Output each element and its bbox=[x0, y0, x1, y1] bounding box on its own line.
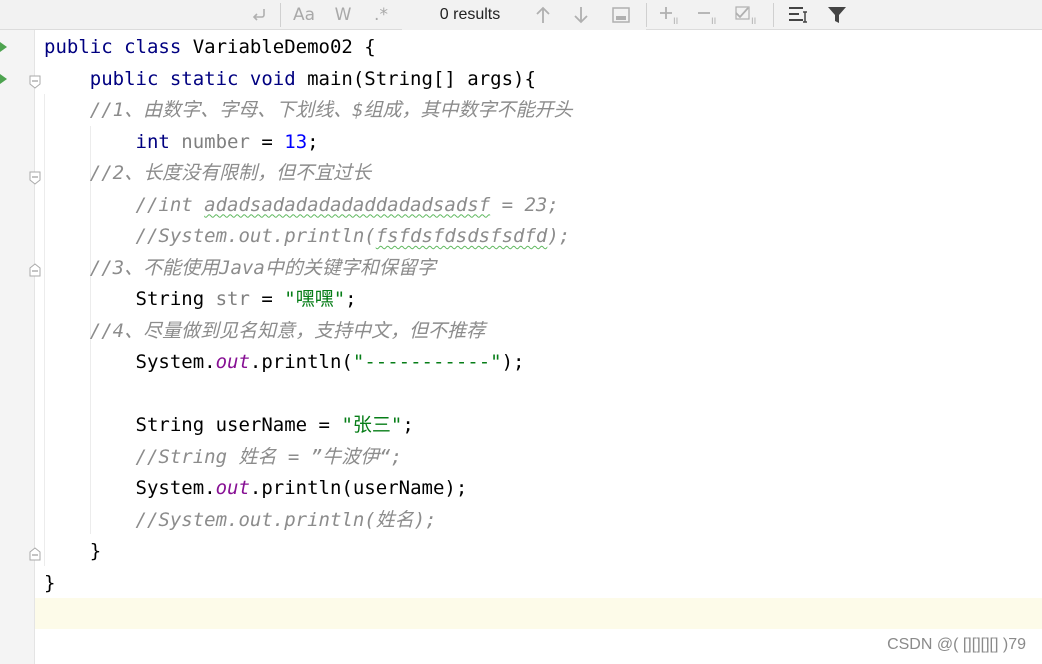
code-line[interactable]: System.out.println("-----------"); bbox=[44, 347, 525, 378]
code-token: public class bbox=[44, 36, 193, 58]
code-token: out bbox=[215, 351, 250, 373]
code-token: .println( bbox=[249, 351, 353, 373]
run-class-icon[interactable] bbox=[0, 42, 7, 52]
code-line[interactable]: public static void main(String[] args){ bbox=[44, 64, 536, 95]
fold-close-icon[interactable] bbox=[29, 546, 41, 565]
arrow-down-icon[interactable] bbox=[568, 0, 594, 30]
code-token: ); bbox=[547, 225, 571, 247]
code-token: VariableDemo02 { bbox=[192, 36, 376, 58]
code-token: int bbox=[135, 130, 182, 153]
code-line[interactable]: //int adadsadadadadaddadadsadsf = 23; bbox=[44, 190, 559, 221]
code-line[interactable]: } bbox=[44, 568, 55, 599]
code-token: "张三" bbox=[341, 414, 403, 436]
code-line[interactable]: //2、长度没有限制，但不宜过长 bbox=[44, 158, 371, 189]
toolbar-separator bbox=[773, 3, 774, 27]
code-token: //System.out.println(姓名); bbox=[135, 508, 437, 531]
code-line[interactable]: public class VariableDemo02 { bbox=[44, 32, 376, 63]
select-all-matches-icon[interactable]: II bbox=[732, 0, 764, 30]
add-selection-icon[interactable]: II bbox=[656, 0, 686, 30]
arrow-up-icon[interactable] bbox=[530, 0, 556, 30]
code-token: userName bbox=[215, 414, 308, 436]
code-token: fsfdsfdsdsfsdfd bbox=[375, 225, 548, 247]
code-token: String bbox=[44, 414, 216, 436]
code-token: 13 bbox=[284, 130, 308, 153]
code-line[interactable]: //3、不能使用Java中的关键字和保留字 bbox=[44, 253, 436, 284]
code-token: //System.out.println( bbox=[135, 225, 376, 247]
code-token: str bbox=[215, 288, 250, 310]
code-token: adadsadadadadaddadadsadsf bbox=[204, 193, 491, 216]
code-token: //1、由数字、字母、下划线、$组成，其中数字不能开头 bbox=[89, 99, 573, 121]
code-token: ; bbox=[307, 130, 319, 153]
code-token: "-----------" bbox=[352, 351, 502, 373]
code-token: number bbox=[181, 130, 250, 153]
code-line[interactable]: //4、尽量做到见名知意，支持中文，但不推荐 bbox=[44, 316, 485, 347]
code-line[interactable]: //1、由数字、字母、下划线、$组成，其中数字不能开头 bbox=[44, 95, 573, 126]
search-toolbar: Aa W .* 0 results II II II bbox=[0, 0, 1042, 30]
code-line[interactable]: int number = 13; bbox=[44, 127, 319, 158]
filter-settings-icon[interactable] bbox=[784, 0, 812, 30]
run-main-icon[interactable] bbox=[0, 74, 7, 84]
match-case-toggle[interactable]: Aa bbox=[288, 0, 320, 30]
code-line[interactable]: System.out.println(userName); bbox=[44, 473, 468, 504]
code-line[interactable]: String userName = "张三"; bbox=[44, 410, 414, 441]
code-token: //3、不能使用Java中的关键字和保留字 bbox=[89, 256, 436, 279]
current-line-highlight bbox=[35, 598, 1042, 629]
code-token: System. bbox=[44, 477, 216, 499]
filter-icon[interactable] bbox=[824, 0, 850, 30]
fold-open-icon[interactable] bbox=[29, 74, 41, 93]
editor-gutter[interactable] bbox=[0, 30, 35, 664]
code-token: = bbox=[249, 130, 285, 153]
code-token: String bbox=[44, 288, 216, 310]
code-token: System. bbox=[44, 351, 216, 373]
code-token: .println(userName); bbox=[249, 477, 468, 499]
toolbar-separator bbox=[646, 3, 647, 27]
svg-text:II: II bbox=[673, 17, 678, 26]
code-line[interactable]: //System.out.println(fsfdsfdsdsfsdfd); bbox=[44, 221, 571, 252]
code-token: } bbox=[44, 571, 56, 594]
code-token: //2、长度没有限制，但不宜过长 bbox=[89, 162, 372, 184]
code-line[interactable]: //System.out.println(姓名); bbox=[44, 505, 437, 536]
code-token: ; bbox=[402, 414, 414, 436]
code-line[interactable]: String str = "嘿嘿"; bbox=[44, 284, 357, 315]
regex-toggle[interactable]: .* bbox=[368, 0, 394, 30]
code-token: out bbox=[215, 477, 250, 499]
code-token: //4、尽量做到见名知意，支持中文，但不推荐 bbox=[89, 319, 486, 342]
code-token: //int bbox=[135, 193, 205, 216]
code-token: = 23; bbox=[490, 193, 559, 216]
code-token: public static void bbox=[89, 67, 308, 90]
whole-words-toggle[interactable]: W bbox=[330, 0, 356, 30]
code-token: ; bbox=[345, 288, 357, 310]
fold-close-icon[interactable] bbox=[29, 262, 41, 281]
svg-text:II: II bbox=[751, 17, 756, 26]
select-all-occurrences-icon[interactable] bbox=[608, 0, 634, 30]
fold-open-icon[interactable] bbox=[29, 170, 41, 189]
code-token: ); bbox=[501, 351, 525, 373]
newline-icon[interactable] bbox=[246, 0, 272, 30]
code-token: //String 姓名 = ”牛波伊“; bbox=[135, 445, 403, 468]
svg-text:II: II bbox=[711, 17, 716, 26]
results-count: 0 results bbox=[439, 6, 501, 23]
code-token: = bbox=[249, 288, 285, 310]
toolbar-separator bbox=[280, 3, 281, 27]
code-token: "嘿嘿" bbox=[284, 288, 346, 310]
code-token: = bbox=[307, 414, 342, 436]
code-line[interactable]: //String 姓名 = ”牛波伊“; bbox=[44, 442, 403, 473]
code-token: } bbox=[44, 540, 102, 562]
remove-selection-icon[interactable]: II bbox=[694, 0, 724, 30]
csdn-watermark: CSDN @( [][][][] )79 bbox=[887, 636, 1026, 653]
code-token: main(String[] args){ bbox=[307, 67, 536, 90]
code-line[interactable]: } bbox=[44, 536, 101, 567]
